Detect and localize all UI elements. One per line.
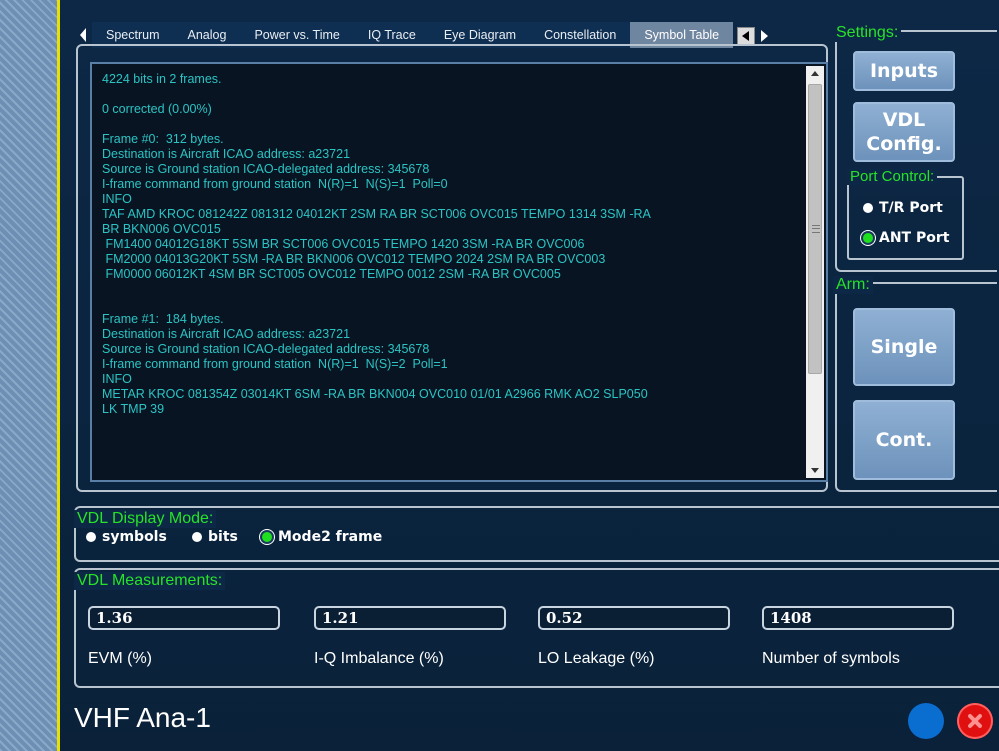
display-mode-title: VDL Display Mode:: [74, 510, 217, 528]
symbol-table-textbox[interactable]: 4224 bits in 2 frames. 0 corrected (0.00…: [90, 62, 828, 482]
port-control-title: Port Control:: [847, 168, 938, 185]
iq-imbalance-label: I-Q Imbalance (%): [314, 650, 444, 667]
symbol-table-panel: 4224 bits in 2 frames. 0 corrected (0.00…: [76, 44, 828, 492]
radio-selected-icon: [262, 532, 272, 542]
evm-value: 1.36: [88, 606, 280, 630]
tab-scroll-button-icon[interactable]: [737, 27, 756, 45]
radio-unselected-icon: [192, 532, 202, 542]
measurements-title: VDL Measurements:: [74, 572, 226, 590]
tr-port-radio[interactable]: T/R Port: [863, 200, 943, 216]
tr-port-label: T/R Port: [879, 200, 943, 216]
tab-scroll-right-icon[interactable]: [761, 30, 769, 42]
app-title: VHF Ana-1: [74, 702, 211, 733]
num-symbols-label: Number of symbols: [762, 650, 900, 667]
arm-title: Arm:: [833, 276, 873, 294]
inputs-button[interactable]: Inputs: [853, 51, 955, 91]
grip-icon: [812, 225, 820, 233]
radio-selected-icon: [863, 233, 873, 243]
ant-port-label: ANT Port: [879, 230, 950, 246]
radio-unselected-icon: [863, 203, 873, 213]
scroll-down-arrow-icon[interactable]: [806, 462, 824, 478]
mode-symbols-label: symbols: [102, 529, 167, 545]
arm-panel: Arm: Single Cont.: [833, 276, 997, 492]
lo-leakage-value: 0.52: [538, 606, 730, 630]
circle-button-icon[interactable]: [908, 703, 944, 739]
single-button[interactable]: Single: [853, 308, 955, 386]
mode-bits-label: bits: [208, 529, 238, 545]
left-side-strip: [0, 0, 60, 751]
mode-frame-radio[interactable]: Mode2 frame: [262, 529, 382, 545]
display-mode-panel: VDL Display Mode: symbols bits Mode2 fra…: [74, 506, 999, 562]
mode-symbols-radio[interactable]: symbols: [86, 529, 167, 545]
mode-bits-radio[interactable]: bits: [192, 529, 238, 545]
iq-imbalance-value: 1.21: [314, 606, 506, 630]
radio-unselected-icon: [86, 532, 96, 542]
symbol-table-text: 4224 bits in 2 frames. 0 corrected (0.00…: [102, 72, 651, 416]
settings-title: Settings:: [833, 24, 902, 42]
mode-frame-label: Mode2 frame: [278, 529, 383, 545]
evm-label: EVM (%): [88, 650, 152, 667]
port-control-group: Port Control: T/R Port ANT Port: [847, 168, 964, 260]
close-icon[interactable]: [957, 703, 993, 739]
lo-leakage-label: LO Leakage (%): [538, 650, 655, 667]
settings-panel: Settings: Inputs VDL Config. Port Contro…: [833, 24, 997, 272]
cont-button[interactable]: Cont.: [853, 400, 955, 480]
num-symbols-value: 1408: [762, 606, 954, 630]
scrollbar-thumb[interactable]: [808, 84, 822, 374]
vdl-config-button[interactable]: VDL Config.: [853, 102, 955, 162]
tab-scroll-left-icon[interactable]: [80, 28, 86, 42]
vertical-scrollbar[interactable]: [806, 66, 824, 478]
measurements-panel: VDL Measurements: 1.36 EVM (%) 1.21 I-Q …: [74, 568, 999, 688]
main-area: Spectrum Analog Power vs. Time IQ Trace …: [60, 0, 999, 751]
scroll-up-arrow-icon[interactable]: [806, 66, 824, 82]
ant-port-radio[interactable]: ANT Port: [863, 230, 949, 246]
